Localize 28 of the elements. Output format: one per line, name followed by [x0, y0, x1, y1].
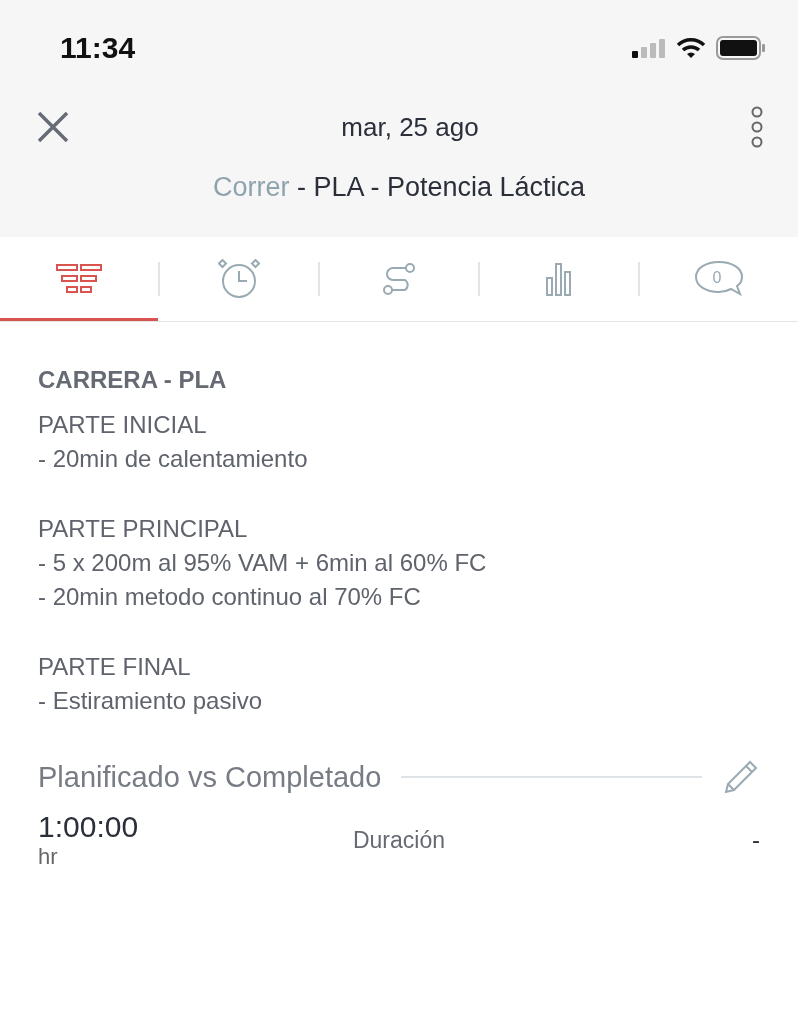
- description-line: - Estiramiento pasivo: [38, 686, 264, 716]
- status-time: 11:34: [60, 30, 136, 65]
- signal-icon: [632, 37, 666, 58]
- comment-count-icon: 0: [694, 259, 744, 298]
- close-button[interactable]: [36, 110, 70, 144]
- workout-date: mar, 25 ago: [341, 111, 479, 143]
- wifi-icon: [676, 36, 706, 59]
- planned-value: 1:00:00: [38, 810, 140, 844]
- section-heading: PARTE INICIAL: [38, 410, 208, 440]
- metric-label: Duración: [352, 826, 445, 854]
- battery-icon: [716, 35, 766, 60]
- description-line: - 20min de calentamiento: [38, 444, 309, 474]
- section-heading: PARTE FINAL: [38, 652, 192, 682]
- description-line: - 5 x 200m al 95% VAM + 6min al 60% FC: [38, 548, 488, 578]
- section-title: Planificado vs Completado: [38, 760, 382, 794]
- edit-button[interactable]: [722, 758, 760, 796]
- unit-label: hr: [38, 844, 59, 870]
- tab[interactable]: 0: [640, 237, 798, 321]
- description-title: CARRERA - PLA: [38, 366, 228, 394]
- bar-chart-icon: [545, 261, 573, 296]
- completed-value: -: [751, 826, 760, 854]
- section-heading: PARTE PRINCIPAL: [38, 514, 249, 544]
- more-options-button[interactable]: [750, 106, 764, 148]
- list-icon: [55, 261, 103, 296]
- description-line: - 20min metodo continuo al 70% FC: [38, 582, 422, 612]
- workout-title: Correr - PLA - Potencia Láctica: [211, 172, 587, 203]
- alarm-clock-icon: [218, 258, 260, 299]
- route-icon: [381, 261, 417, 296]
